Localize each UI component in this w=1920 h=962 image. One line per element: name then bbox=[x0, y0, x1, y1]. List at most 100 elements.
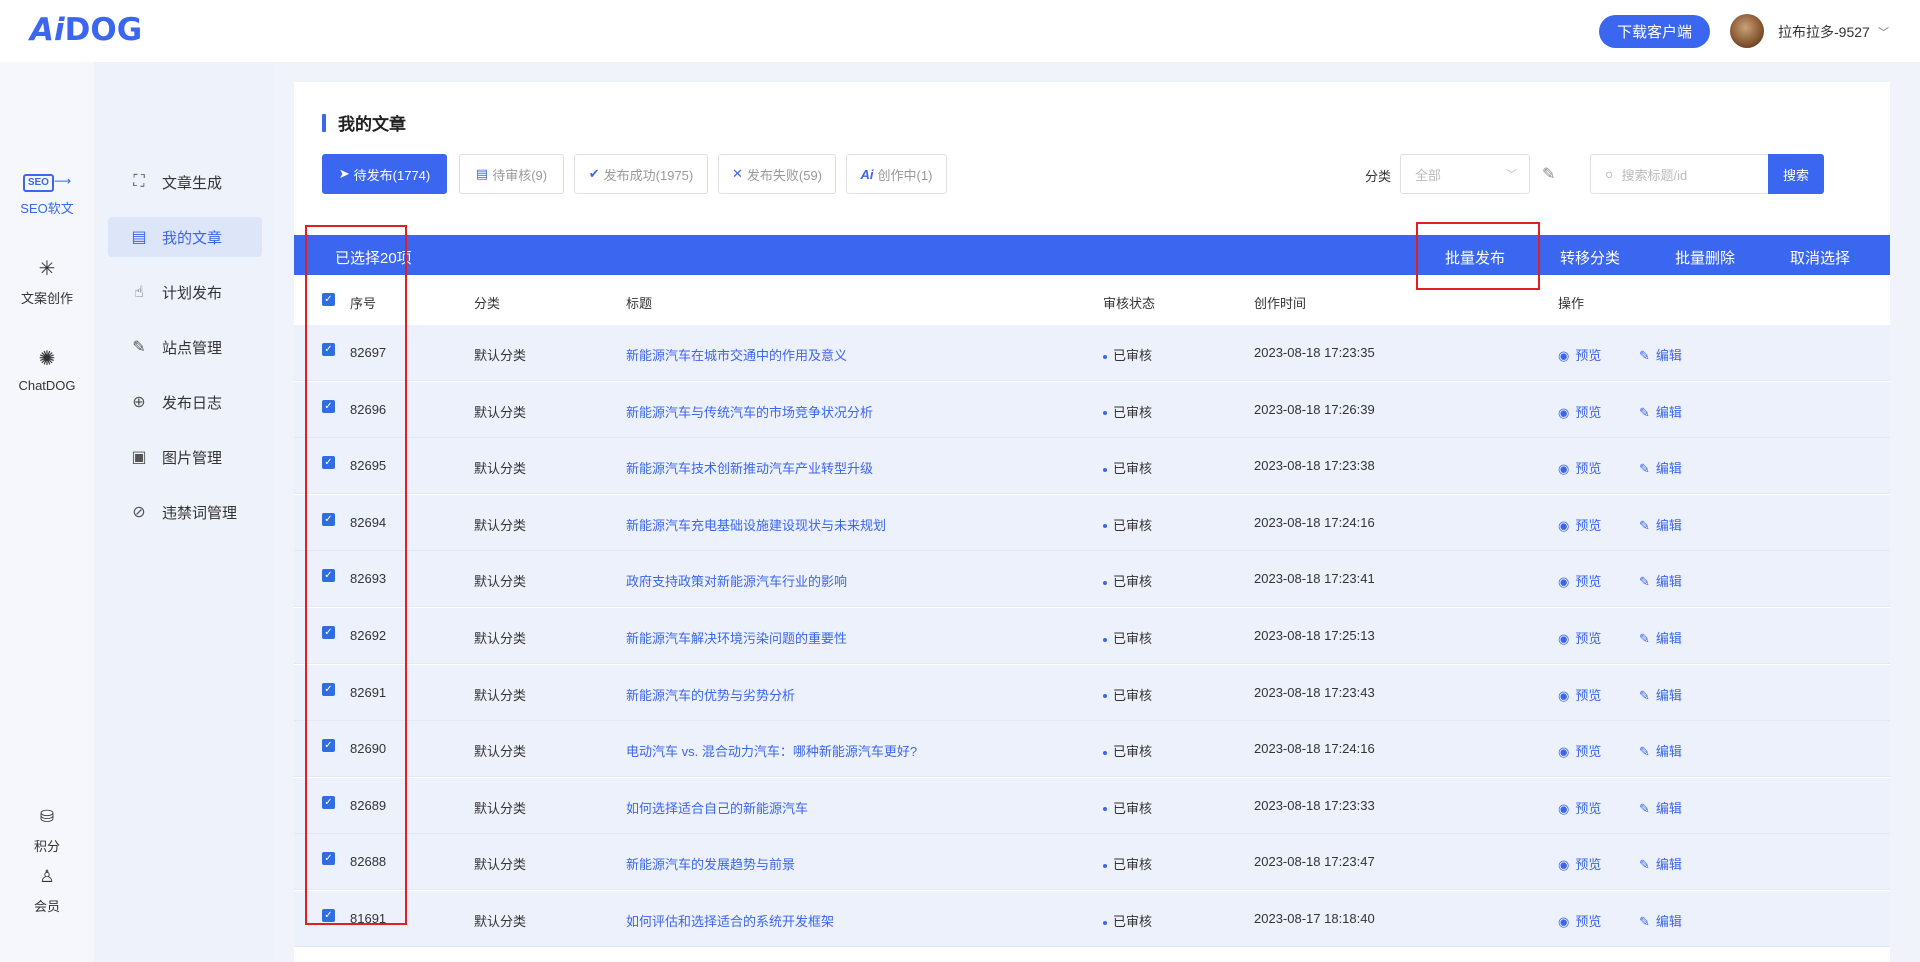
preview-button[interactable]: ◉ 预览 bbox=[1558, 685, 1601, 704]
sub-item-publish-log[interactable]: ⊕ 发布日志 bbox=[108, 382, 262, 422]
edit-button[interactable]: ✎ 编辑 bbox=[1639, 685, 1682, 704]
preview-button[interactable]: ◉ 预览 bbox=[1558, 741, 1601, 760]
table-row: ✓ 82697 默认分类 新能源汽车在城市交通中的作用及意义 已审核 2023-08-18… bbox=[294, 325, 1890, 381]
row-title-link[interactable]: 新能源汽车充电基础设施建设现状与未来规划 bbox=[626, 515, 886, 534]
table-row: ✓ 82695 默认分类 新能源汽车技术创新推动汽车产业转型升级 已审核 2023-08-… bbox=[294, 438, 1890, 495]
site-icon: ✎ bbox=[132, 339, 146, 356]
edit-button[interactable]: ✎ 编辑 bbox=[1639, 402, 1682, 421]
edit-button[interactable]: ✎ 编辑 bbox=[1639, 741, 1682, 760]
row-title-link[interactable]: 新能源汽车与传统汽车的市场竞争状况分析 bbox=[626, 402, 873, 421]
edit-button[interactable]: ✎ 编辑 bbox=[1639, 458, 1682, 477]
move-category-button[interactable]: 转移分类 bbox=[1560, 247, 1620, 268]
rail-item-copywriting[interactable]: ✳ 文案创作 bbox=[0, 256, 94, 307]
edit-category-icon[interactable]: ✎ bbox=[1542, 164, 1555, 184]
row-title-link[interactable]: 新能源汽车技术创新推动汽车产业转型升级 bbox=[626, 458, 873, 477]
table-row: ✓ 82689 默认分类 如何选择适合自己的新能源汽车 已审核 2023-08-18 17… bbox=[294, 777, 1890, 834]
row-status-text: 已审核 bbox=[1113, 348, 1153, 363]
edit-button[interactable]: ✎ 编辑 bbox=[1639, 628, 1682, 647]
edit-button[interactable]: ✎ 编辑 bbox=[1639, 854, 1682, 873]
tab-publish-failed[interactable]: ✕ 发布失败(59) bbox=[718, 154, 836, 194]
eye-icon: ◉ bbox=[1558, 348, 1570, 363]
table-row: ✓ 82693 默认分类 政府支持政策对新能源汽车行业的影响 已审核 2023-08-18… bbox=[294, 551, 1890, 608]
rail-item-member[interactable]: ♙ 会员 bbox=[0, 864, 94, 915]
row-category: 默认分类 bbox=[474, 914, 527, 929]
row-title-link[interactable]: 如何选择适合自己的新能源汽车 bbox=[626, 798, 808, 817]
edit-label: 编辑 bbox=[1655, 687, 1682, 703]
row-title-link[interactable]: 政府支持政策对新能源汽车行业的影响 bbox=[626, 571, 847, 590]
tab-pending-publish[interactable]: ➤ 待发布(1774) bbox=[322, 154, 447, 194]
rail-item-label: 文案创作 bbox=[20, 291, 73, 306]
eye-icon: ◉ bbox=[1558, 404, 1570, 420]
status-dot bbox=[1103, 920, 1107, 925]
row-title-link[interactable]: 新能源汽车的发展趋势与前景 bbox=[626, 854, 795, 873]
row-title-link[interactable]: 电动汽车 vs. 混合动力汽车：哪种新能源汽车更好? bbox=[626, 741, 917, 760]
username[interactable]: 拉布拉多-9527 bbox=[1778, 22, 1870, 42]
edit-button[interactable]: ✎ 编辑 bbox=[1639, 345, 1682, 364]
eye-icon: ◉ bbox=[1558, 631, 1570, 646]
table-row: ✓ 82691 默认分类 新能源汽车的优势与劣势分析 已审核 2023-08-18 17:… bbox=[294, 664, 1890, 721]
preview-button[interactable]: ◉ 预览 bbox=[1558, 628, 1601, 647]
edit-button[interactable]: ✎ 编辑 bbox=[1639, 571, 1682, 590]
sub-item-forbidden-words[interactable]: ⊘ 违禁词管理 bbox=[108, 492, 262, 532]
status-dot bbox=[1103, 467, 1107, 472]
edit-label: 编辑 bbox=[1655, 517, 1682, 533]
preview-button[interactable]: ◉ 预览 bbox=[1558, 911, 1601, 930]
search-button[interactable]: 搜索 bbox=[1768, 154, 1824, 194]
row-time: 2023-08-18 17:23:35 bbox=[1254, 345, 1375, 360]
eye-icon: ◉ bbox=[1558, 574, 1570, 590]
row-status: 已审核 bbox=[1103, 628, 1152, 647]
search-input[interactable]: ○ 搜索标题/id bbox=[1590, 154, 1768, 194]
preview-button[interactable]: ◉ 预览 bbox=[1558, 571, 1601, 590]
sub-item-label: 站点管理 bbox=[162, 339, 223, 357]
preview-label: 预览 bbox=[1575, 517, 1602, 533]
pencil-icon: ✎ bbox=[1639, 857, 1650, 873]
row-time: 2023-08-18 17:23:43 bbox=[1254, 684, 1375, 700]
preview-button[interactable]: ◉ 预览 bbox=[1558, 345, 1601, 364]
edit-button[interactable]: ✎ 编辑 bbox=[1639, 515, 1682, 534]
selection-bar: 已选择20项 批量发布 转移分类 批量删除 取消选择 bbox=[294, 235, 1890, 275]
tab-publish-success[interactable]: ✔ 发布成功(1975) bbox=[574, 154, 708, 194]
tab-pending-review[interactable]: ▤ 待审核(9) bbox=[459, 154, 564, 194]
chevron-down-icon[interactable]: ﹀ bbox=[1878, 24, 1889, 40]
row-title-link[interactable]: 如何评估和选择适合的系统开发框架 bbox=[626, 911, 834, 930]
preview-button[interactable]: ◉ 预览 bbox=[1558, 458, 1601, 477]
table-row: ✓ 82694 默认分类 新能源汽车充电基础设施建设现状与未来规划 已审核 2023-08… bbox=[294, 494, 1890, 551]
category-label: 分类 bbox=[1365, 169, 1392, 184]
pencil-icon: ✎ bbox=[1639, 800, 1650, 816]
sub-item-label: 图片管理 bbox=[162, 449, 223, 467]
row-title-link[interactable]: 新能源汽车解决环境污染问题的重要性 bbox=[626, 628, 847, 647]
row-title-link[interactable]: 新能源汽车的优势与劣势分析 bbox=[626, 685, 795, 704]
row-title-link[interactable]: 新能源汽车在城市交通中的作用及意义 bbox=[626, 345, 847, 364]
sub-item-site-management[interactable]: ✎ 站点管理 bbox=[108, 327, 262, 367]
edit-label: 编辑 bbox=[1655, 574, 1682, 590]
edit-button[interactable]: ✎ 编辑 bbox=[1639, 798, 1682, 817]
row-status-text: 已审核 bbox=[1113, 687, 1153, 703]
category-select[interactable]: 全部 ﹀ bbox=[1400, 154, 1530, 194]
row-time: 2023-08-18 17:23:41 bbox=[1254, 571, 1375, 587]
preview-button[interactable]: ◉ 预览 bbox=[1558, 798, 1601, 817]
rail-item-points[interactable]: ⛁ 积分 bbox=[0, 804, 94, 855]
download-client-button[interactable]: 下载客户端 bbox=[1599, 15, 1710, 48]
sub-item-article-generate[interactable]: ⛶ 文章生成 bbox=[108, 162, 262, 202]
rail-item-chatdog[interactable]: ✺ ChatDOG bbox=[0, 346, 94, 393]
pencil-icon: ✎ bbox=[1639, 914, 1650, 929]
cancel-selection-button[interactable]: 取消选择 bbox=[1790, 247, 1850, 268]
title-accent-bar bbox=[322, 113, 326, 132]
edit-button[interactable]: ✎ 编辑 bbox=[1639, 911, 1682, 930]
preview-button[interactable]: ◉ 预览 bbox=[1558, 515, 1601, 534]
preview-label: 预览 bbox=[1575, 800, 1602, 816]
avatar[interactable] bbox=[1730, 14, 1764, 48]
tab-label: 待审核(9) bbox=[492, 167, 548, 183]
preview-button[interactable]: ◉ 预览 bbox=[1558, 854, 1601, 873]
sub-item-my-articles[interactable]: ▤ 我的文章 bbox=[108, 217, 262, 257]
sub-item-scheduled-publish[interactable]: ☝ 计划发布 bbox=[108, 272, 262, 312]
rail-item-seo[interactable]: SEO ⟶ SEO软文 bbox=[0, 166, 94, 217]
batch-delete-button[interactable]: 批量删除 bbox=[1675, 247, 1735, 268]
sub-item-image-management[interactable]: ▣ 图片管理 bbox=[108, 437, 262, 477]
aidog-logo[interactable]: AiDOG bbox=[30, 10, 142, 50]
row-status: 已审核 bbox=[1103, 571, 1152, 590]
sub-item-label: 违禁词管理 bbox=[162, 504, 238, 522]
tab-creating[interactable]: Ai 创作中(1) bbox=[846, 154, 947, 194]
preview-button[interactable]: ◉ 预览 bbox=[1558, 402, 1601, 421]
status-dot bbox=[1103, 411, 1107, 416]
